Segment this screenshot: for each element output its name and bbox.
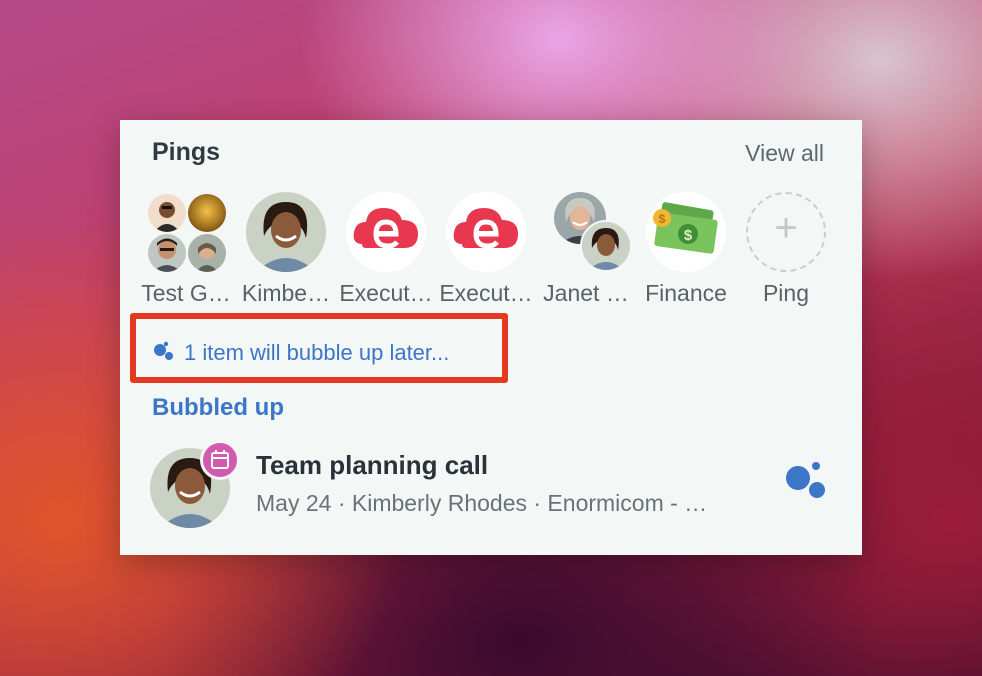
ping-label: Janet … [543, 280, 629, 306]
new-ping-button[interactable]: + Ping [738, 192, 834, 307]
ping-label: Finance [645, 280, 727, 306]
ping-item-janet[interactable]: Janet … [538, 192, 634, 307]
ping-label: Execut… [439, 280, 533, 306]
ping-item-executive-2[interactable]: Execut… [438, 192, 534, 307]
svg-text:$: $ [684, 227, 693, 244]
ping-list: Test G… Kimbe… Execut… Execut… Janet … $… [138, 192, 838, 312]
avatar [188, 194, 226, 232]
pair-avatar-icon [546, 192, 632, 272]
panel-header: Pings View all [152, 138, 824, 168]
group-avatar-icon [146, 192, 226, 272]
ping-label: Execut… [339, 280, 433, 306]
plus-icon: + [746, 192, 826, 272]
enormicom-logo-icon [446, 192, 526, 272]
svg-text:$: $ [659, 212, 666, 226]
bubble-up-later-link[interactable]: 1 item will bubble up later... [152, 338, 449, 368]
view-all-link[interactable]: View all [745, 140, 824, 167]
avatar [188, 234, 226, 272]
avatar [148, 194, 186, 232]
bubble-up-icon[interactable] [782, 456, 830, 504]
pings-panel: Pings View all Test G… Kimbe… Execut… Ex… [120, 120, 862, 555]
enormicom-logo-icon [346, 192, 426, 272]
avatar [148, 234, 186, 272]
item-title: Team planning call [256, 450, 489, 480]
bubble-up-later-text: 1 item will bubble up later... [184, 340, 450, 365]
money-icon: $ $ [646, 192, 726, 272]
bubbled-item[interactable]: Team planning call May 24 · Kimberly Rho… [150, 440, 830, 532]
panel-title: Pings [152, 138, 221, 166]
ping-label: Ping [762, 280, 810, 306]
bubbles-icon [154, 341, 173, 360]
section-title: Bubbled up [152, 394, 284, 421]
ping-item-test-group[interactable]: Test G… [138, 192, 234, 307]
ping-label: Kimbe… [241, 280, 331, 306]
ping-item-executive-1[interactable]: Execut… [338, 192, 434, 307]
avatar [246, 192, 326, 272]
item-meta: May 24 · Kimberly Rhodes · Enormicom - … [256, 490, 708, 516]
avatar [580, 220, 632, 272]
ping-item-kimberly[interactable]: Kimbe… [238, 192, 334, 307]
calendar-icon [200, 440, 240, 480]
ping-item-finance[interactable]: $ $ Finance [638, 192, 734, 307]
ping-label: Test G… [141, 280, 231, 306]
